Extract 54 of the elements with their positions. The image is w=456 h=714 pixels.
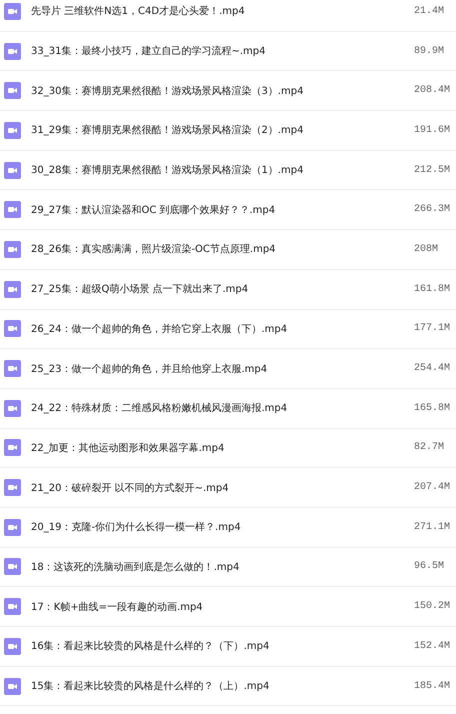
file-size: 208M bbox=[414, 244, 440, 255]
video-file-icon bbox=[4, 280, 21, 298]
video-file-icon bbox=[4, 360, 21, 378]
file-size: 89.9M bbox=[414, 46, 446, 57]
video-file-icon bbox=[4, 2, 21, 20]
file-name[interactable]: 17：K帧+曲线=一段有趣的动画.mp4 bbox=[31, 600, 414, 614]
file-name[interactable]: 28_26集：真实感满满，照片级渲染-OC节点原理.mp4 bbox=[31, 242, 414, 256]
file-name[interactable]: 26_24：做一个超帅的角色，并给它穿上衣服（下）.mp4 bbox=[31, 322, 414, 336]
file-name[interactable]: 29_27集：默认渲染器和OC 到底哪个效果好？？.mp4 bbox=[31, 202, 414, 217]
file-size: 185.4M bbox=[414, 680, 452, 692]
video-file-icon bbox=[4, 479, 21, 496]
file-size: 150.2M bbox=[414, 601, 452, 612]
file-name[interactable]: 16集：看起来比较贵的风格是什么样的？（下）.mp4 bbox=[31, 639, 414, 654]
video-file-icon bbox=[4, 439, 21, 456]
video-file-icon bbox=[4, 320, 21, 338]
video-file-icon bbox=[4, 201, 21, 218]
file-size: 165.8M bbox=[414, 402, 452, 414]
file-name[interactable]: 32_30集：赛博朋克果然很酷！游戏场景风格渲染（3）.mp4 bbox=[31, 84, 414, 98]
file-size: 207.4M bbox=[414, 482, 452, 494]
file-size: 271.1M bbox=[414, 522, 452, 533]
file-size: 152.4M bbox=[414, 640, 452, 652]
video-file-icon bbox=[4, 598, 21, 616]
file-name[interactable]: 30_28集：赛博朋克果然很酷！游戏场景风格渲染（1）.mp4 bbox=[31, 163, 414, 178]
file-size: 96.5M bbox=[414, 561, 446, 572]
video-file-icon bbox=[4, 82, 21, 100]
file-size: 212.5M bbox=[414, 164, 452, 176]
file-name[interactable]: 27_25集：超级Q萌小场景 点一下就出来了.mp4 bbox=[31, 282, 414, 296]
file-name[interactable]: 15集：看起来比较贵的风格是什么样的？（上）.mp4 bbox=[31, 679, 414, 694]
video-file-icon bbox=[4, 162, 21, 179]
file-name[interactable]: 24_22：特殊材质：二维感风格粉嫩机械风漫画海报.mp4 bbox=[31, 401, 414, 416]
file-name[interactable]: 18：这该死的洗脑动画到底是怎么做的！.mp4 bbox=[31, 560, 414, 574]
file-name[interactable]: 25_23：做一个超帅的角色，并且给他穿上衣服.mp4 bbox=[31, 362, 414, 376]
video-file-icon bbox=[4, 558, 21, 576]
file-name[interactable]: 22_加更：其他运动图形和效果器字幕.mp4 bbox=[31, 440, 414, 455]
file-name[interactable]: 33_31集：最终小技巧，建立自己的学习流程~.mp4 bbox=[31, 44, 414, 58]
file-name[interactable]: 21_20：破碎裂开 以不同的方式裂开~.mp4 bbox=[31, 480, 414, 495]
file-size: 177.1M bbox=[414, 323, 452, 334]
file-name[interactable]: 先导片 三维软件N选1，C4D才是心头爱！.mp4 bbox=[31, 4, 414, 18]
file-size: 161.8M bbox=[414, 284, 452, 295]
file-size: 191.6M bbox=[414, 124, 452, 136]
video-file-icon bbox=[4, 518, 21, 536]
file-size: 266.3M bbox=[414, 204, 452, 216]
video-file-icon bbox=[4, 240, 21, 258]
file-size: 82.7M bbox=[414, 442, 446, 454]
file-size: 208.4M bbox=[414, 85, 452, 96]
file-name[interactable]: 31_29集：赛博朋克果然很酷！游戏场景风格渲染（2）.mp4 bbox=[31, 123, 414, 138]
video-file-icon bbox=[4, 678, 21, 695]
file-size: 21.4M bbox=[414, 6, 446, 17]
video-file-icon bbox=[4, 42, 21, 60]
video-file-icon bbox=[4, 638, 21, 655]
file-name[interactable]: 20_19：克隆-你们为什么长得一模一样？.mp4 bbox=[31, 520, 414, 534]
file-size: 254.4M bbox=[414, 363, 452, 374]
video-file-icon bbox=[4, 400, 21, 417]
video-file-icon bbox=[4, 122, 21, 139]
